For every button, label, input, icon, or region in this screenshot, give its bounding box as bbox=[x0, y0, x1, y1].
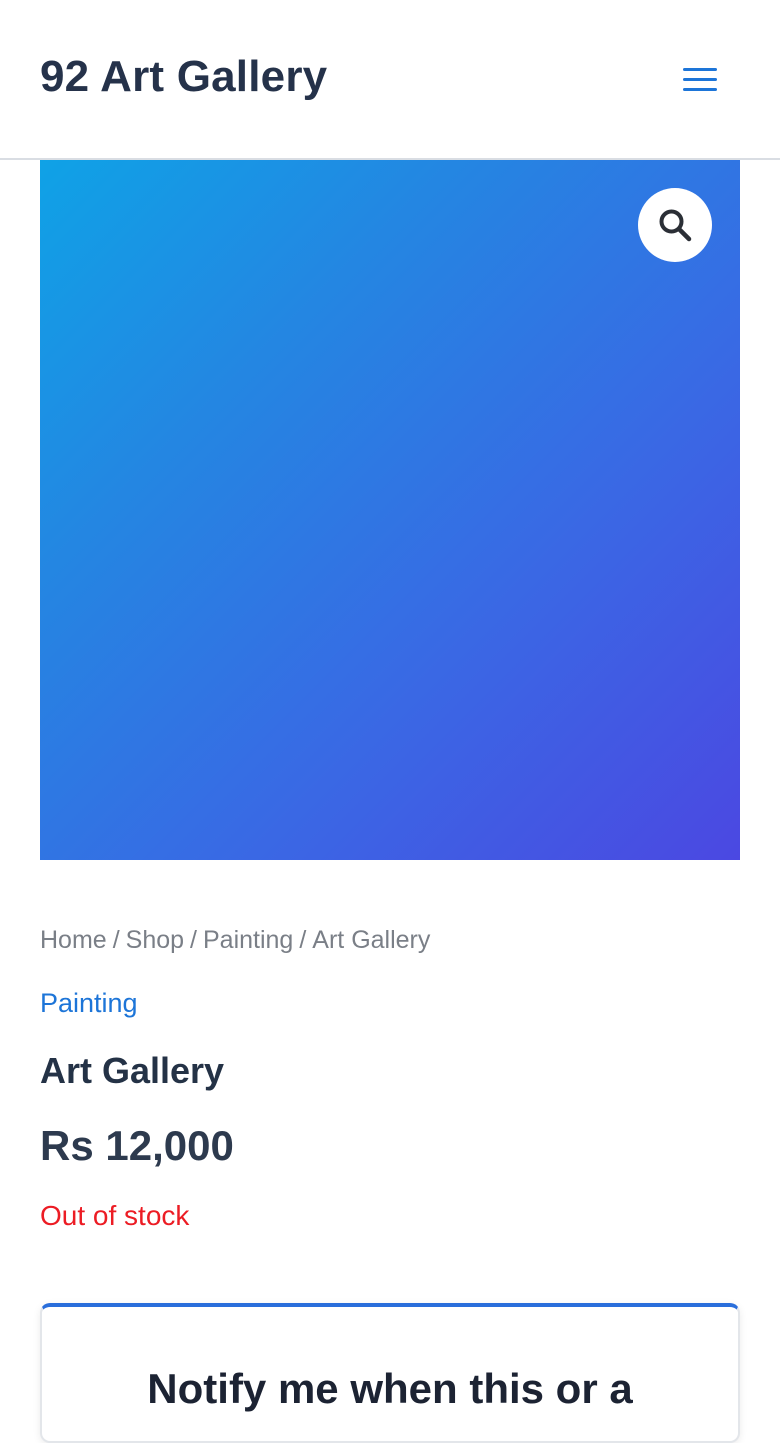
stock-status: Out of stock bbox=[40, 1200, 190, 1231]
product-image[interactable] bbox=[40, 160, 740, 860]
image-zoom-button[interactable] bbox=[638, 188, 712, 262]
breadcrumb-home[interactable]: Home bbox=[40, 926, 107, 954]
product-price: Rs 12,000 bbox=[40, 1122, 234, 1169]
notify-heading: Notify me when this or a bbox=[147, 1365, 633, 1412]
menu-line bbox=[683, 68, 717, 71]
menu-line bbox=[683, 88, 717, 91]
breadcrumb-separator: / bbox=[299, 926, 307, 954]
breadcrumb-shop[interactable]: Shop bbox=[126, 926, 184, 954]
menu-line bbox=[683, 78, 717, 81]
breadcrumb-painting[interactable]: Painting bbox=[203, 926, 293, 954]
breadcrumb: Home / Shop / Painting / Art Gallery bbox=[40, 926, 430, 955]
site-header: 92 Art Gallery bbox=[0, 0, 780, 160]
hamburger-menu-icon[interactable] bbox=[682, 66, 718, 94]
notify-card: Notify me when this or a bbox=[40, 1303, 740, 1443]
product-title: Art Gallery bbox=[40, 1050, 225, 1091]
breadcrumb-separator: / bbox=[112, 926, 120, 954]
product-category-link[interactable]: Painting bbox=[40, 988, 138, 1019]
magnifier-icon bbox=[659, 209, 692, 242]
breadcrumb-separator: / bbox=[190, 926, 197, 954]
site-title[interactable]: 92 Art Gallery bbox=[40, 52, 327, 102]
breadcrumb-current: Art Gallery bbox=[312, 926, 431, 954]
